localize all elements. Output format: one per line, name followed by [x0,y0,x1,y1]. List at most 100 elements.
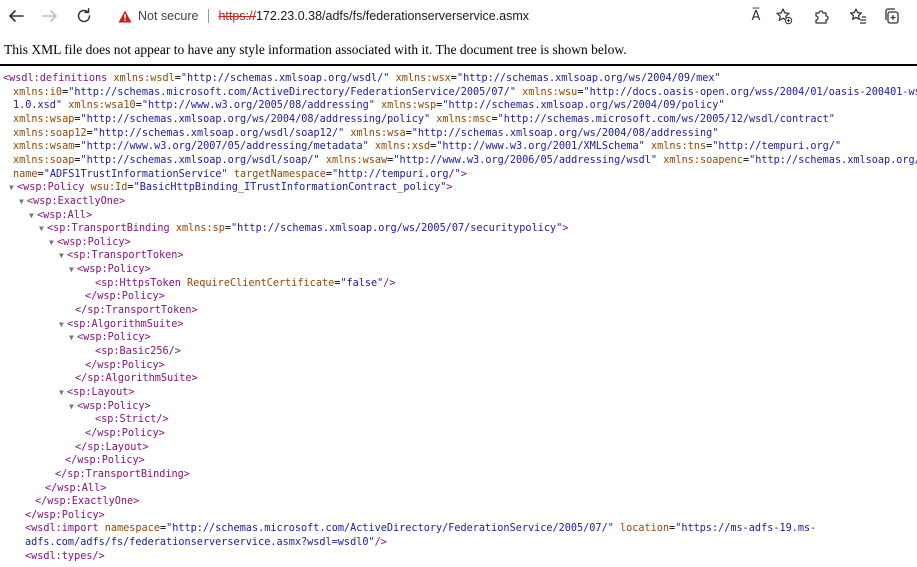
xml-attr-name: xmlns:wsdl [113,73,175,84]
collapse-toggle-icon[interactable]: ▼ [49,236,54,250]
xml-line: xmlns:soap12="http://schemas.xmlsoap.org… [13,127,718,141]
xml-line: ▼<wsdl:definitions xmlns:wsdl="http://sc… [3,72,721,86]
xml-line: ▼ <sp:TransportBinding xmlns:sp="http://s… [39,222,568,236]
xml-tag: </wsp:All> [45,482,107,494]
xml-line: ▼ <wsp:Policy> [69,263,151,277]
xml-attr-value: "http://schemas.xmlsoap.org/soap/encodin… [749,154,917,166]
xml-tag: </wsp:Policy> [65,455,145,467]
xml-line: xmlns:wsam="http://www.w3.org/2007/05/ad… [13,140,841,154]
xml-attr-value: "http://www.w3.org/2001/XMLSchema" [436,141,645,153]
xml-attr-name: xmlns:i0 [13,86,63,98]
xml-line: </sp:TransportBinding> [55,468,190,482]
xml-line: <sp:Basic256/> [95,345,181,359]
xml-tag: <wsp:ExactlyOne> [27,195,126,207]
star-plus-icon [775,7,793,25]
xml-line: xmlns:soap="http://schemas.xmlsoap.org/w… [13,154,917,168]
xml-attr-value: "false" [340,277,384,289]
xml-line: </wsp:ExactlyOne> [35,495,139,509]
xml-attr-value: "http://schemas.xmlsoap.org/wsdl/soap/" [80,154,320,166]
xml-line: ▼ <wsp:Policy wsu:Id="BasicHttpBinding_IT… [9,181,453,195]
xml-tag: <wsp:Policy [17,182,85,194]
collapse-toggle-icon[interactable]: ▼ [59,386,64,400]
favorites-button[interactable] [844,3,872,29]
collections-button[interactable] [878,3,906,29]
xml-attr-name: xmlns:wsaw [325,154,388,166]
xml-tag: <wsdl:types/> [25,550,105,562]
notice-divider [0,64,917,66]
xml-attr-value: "http://www.w3.org/2005/08/addressing" [141,100,375,112]
xml-line: </wsp:All> [45,482,106,496]
collapse-toggle-icon[interactable]: ▼ [29,209,34,223]
xml-attr-name: xmlns:msc [436,113,492,125]
forward-arrow-icon [41,7,59,25]
xml-attr-name: xmlns:wsap [13,113,75,125]
collapse-toggle-icon[interactable]: ▼ [19,195,24,209]
xml-line: ▼ <wsp:Policy> [69,331,151,345]
back-button[interactable] [2,3,30,29]
xml-attr-name: RequireClientCertificate [187,277,335,289]
xml-attr-name: location [619,523,670,535]
url-text: 172.23.0.38/adfs/fs/federationserverserv… [255,9,530,23]
xml-attr-value: 1.0.xsd" [13,100,63,112]
collapse-toggle-icon[interactable]: ▼ [9,181,14,195]
xml-attr-value: "http://schemas.xmlsoap.org/ws/2004/08/a… [411,127,719,139]
xml-tag: </sp:TransportToken> [75,305,198,317]
favorites-icon [849,7,867,25]
xml-line: ▼ <sp:AlgorithmSuite> [59,318,184,332]
xml-tag: <wsdl:import [25,523,99,535]
xml-tag: </sp:TransportBinding> [55,468,190,480]
read-aloud-button[interactable]: A̅ [742,3,770,29]
xml-style-notice: This XML file does not appear to have an… [4,42,627,57]
xml-tag: /> [383,277,396,289]
extensions-button[interactable] [808,3,836,29]
xml-attr-name: namespace [104,523,160,535]
xml-attr-value: "http://schemas.xmlsoap.org/wsdl/soap12/… [92,127,345,139]
xml-tag: <sp:Layout> [67,386,135,398]
xml-attr-name: xmlns:wsu [522,86,578,98]
xml-attr-value: "http://www.w3.org/2006/05/addressing/ws… [393,154,658,166]
collapse-toggle-icon[interactable]: ▼ [69,331,74,345]
security-status-label[interactable]: Not secure [138,9,198,23]
xml-tag: <wsp:Policy> [77,332,151,344]
forward-button[interactable] [36,3,64,29]
xml-line: <sp:HttpsToken RequireClientCertificate=… [95,277,396,291]
xml-attr-name: xmlns:tns [650,141,707,153]
xml-line: 1.0.xsd" xmlns:wsa10="http://www.w3.org/… [13,99,725,113]
collections-icon [883,7,901,25]
xml-attr-value: "https://ms-adfs-19.ms- [675,523,817,535]
xml-tag: </wsp:Policy> [85,427,165,439]
xml-tag: <sp:AlgorithmSuite> [67,318,184,330]
add-favorite-button[interactable] [770,3,798,29]
xml-line: </sp:TransportToken> [75,304,198,318]
xml-line: </sp:AlgorithmSuite> [75,372,198,386]
refresh-icon [75,7,93,25]
collapse-toggle-icon[interactable]: ▼ [69,400,74,414]
xml-attr-value: "http://docs.oasis-open.org/wss/2004/01/… [583,86,917,98]
xml-line: </wsp:Policy> [65,454,145,468]
collapse-toggle-icon[interactable]: ▼ [59,318,64,332]
xml-tag: </wsp:Policy> [85,359,165,371]
collapse-toggle-icon[interactable]: ▼ [59,249,64,263]
xml-attr-value: "http://schemas.microsoft.com/ws/2005/12… [497,113,835,125]
xml-tag: <sp:TransportToken> [67,250,184,262]
xml-tag: /> [374,537,387,549]
collapse-toggle-icon[interactable]: ▼ [69,263,74,277]
xml-line: name="ADFS1TrustInformationService" targ… [13,168,467,182]
xml-tag: </sp:Layout> [75,441,149,453]
refresh-button[interactable] [70,3,98,29]
xml-attr-value: "http://schemas.xmlsoap.org/ws/2004/09/p… [442,100,725,112]
xml-attr-name: xmlns:wsa [350,127,406,139]
address-divider [208,9,210,23]
address-bar[interactable]: Not secure https:// 172.23.0.38/adfs/fs/… [104,3,740,29]
xml-attr-name: xmlns:wsam [13,141,75,153]
xml-document-tree: ▼<wsdl:definitions xmlns:wsdl="http://sc… [0,72,917,567]
xml-attr-name: xmlns:xsd [374,141,431,153]
xml-attr-value: adfs.com/adfs/fs/federationserverservice… [25,537,375,549]
collapse-toggle-icon[interactable]: ▼ [39,222,44,236]
xml-attr-value: "http://tempuri.org/" [332,168,461,180]
xml-line: ▼ <wsp:Policy> [49,236,131,250]
xml-attr-name: xmlns:soap12 [13,127,87,139]
xml-line: ▼ <wsp:Policy> [69,400,151,414]
xml-tag: </wsp:Policy> [25,509,105,521]
xml-line: <sp:Strict/> [95,413,169,427]
